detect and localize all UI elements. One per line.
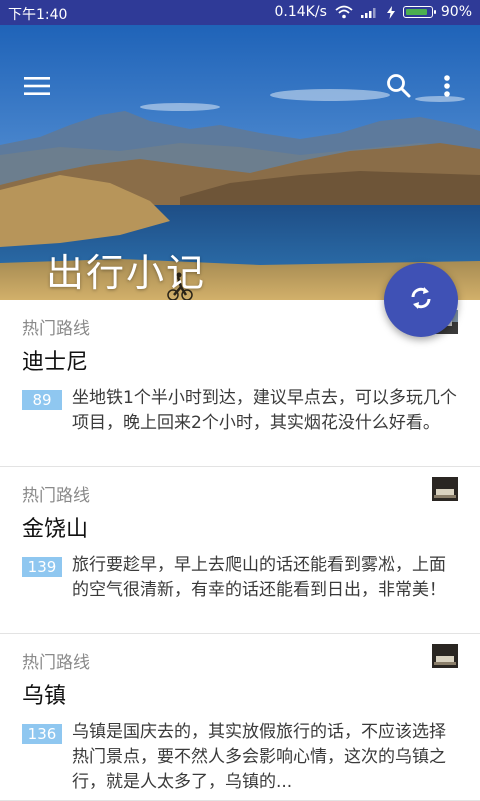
card-count-badge: 139 xyxy=(22,557,62,577)
wifi-icon xyxy=(335,5,353,19)
card-title: 迪士尼 xyxy=(22,350,89,375)
refresh-icon xyxy=(407,284,435,316)
card-title: 金饶山 xyxy=(22,517,89,542)
header-image: 出行小记 xyxy=(0,25,480,300)
card-count-badge: 136 xyxy=(22,724,62,744)
card-category: 热门路线 xyxy=(22,486,90,506)
card-title: 乌镇 xyxy=(22,684,67,709)
status-time: 下午1:40 xyxy=(8,7,68,23)
card-description: 坐地铁1个半小时到达，建议早点去，可以多玩几个项目，晚上回来2个小时，其实烟花没… xyxy=(72,388,457,433)
card-thumbnail xyxy=(432,477,458,501)
battery-fill xyxy=(405,9,428,15)
menu-icon[interactable] xyxy=(20,69,54,103)
card-category: 热门路线 xyxy=(22,653,90,673)
battery-icon xyxy=(402,6,436,18)
route-card[interactable]: 热门路线 乌镇 136 乌镇是国庆去的，其实放假旅行的话，不应该选择热门景点，要… xyxy=(0,634,480,801)
route-card[interactable]: 热门路线 金饶山 139 旅行要趁早，早上去爬山的话还能看到雾凇，上面的空气很清… xyxy=(0,467,480,634)
page-title: 出行小记 xyxy=(46,251,207,295)
card-description: 旅行要趁早，早上去爬山的话还能看到雾凇，上面的空气很清新，有幸的话还能看到日出，… xyxy=(72,555,446,600)
card-description: 乌镇是国庆去的，其实放假旅行的话，不应该选择热门景点，要不然人多会影响心情，这次… xyxy=(72,722,446,792)
card-category: 热门路线 xyxy=(22,319,90,339)
signal-icon xyxy=(360,6,379,18)
status-bar: 下午1:40 0.14K/s 90% xyxy=(0,0,480,25)
battery-level: 90% xyxy=(440,4,472,20)
card-thumbnail xyxy=(432,644,458,668)
search-icon[interactable] xyxy=(382,69,416,103)
card-count-badge: 89 xyxy=(22,390,62,410)
network-speed: 0.14K/s xyxy=(274,4,327,20)
charging-icon xyxy=(386,5,395,19)
more-icon[interactable] xyxy=(430,69,464,103)
status-right: 0.14K/s 90% xyxy=(275,4,473,20)
refresh-button[interactable] xyxy=(384,263,458,337)
